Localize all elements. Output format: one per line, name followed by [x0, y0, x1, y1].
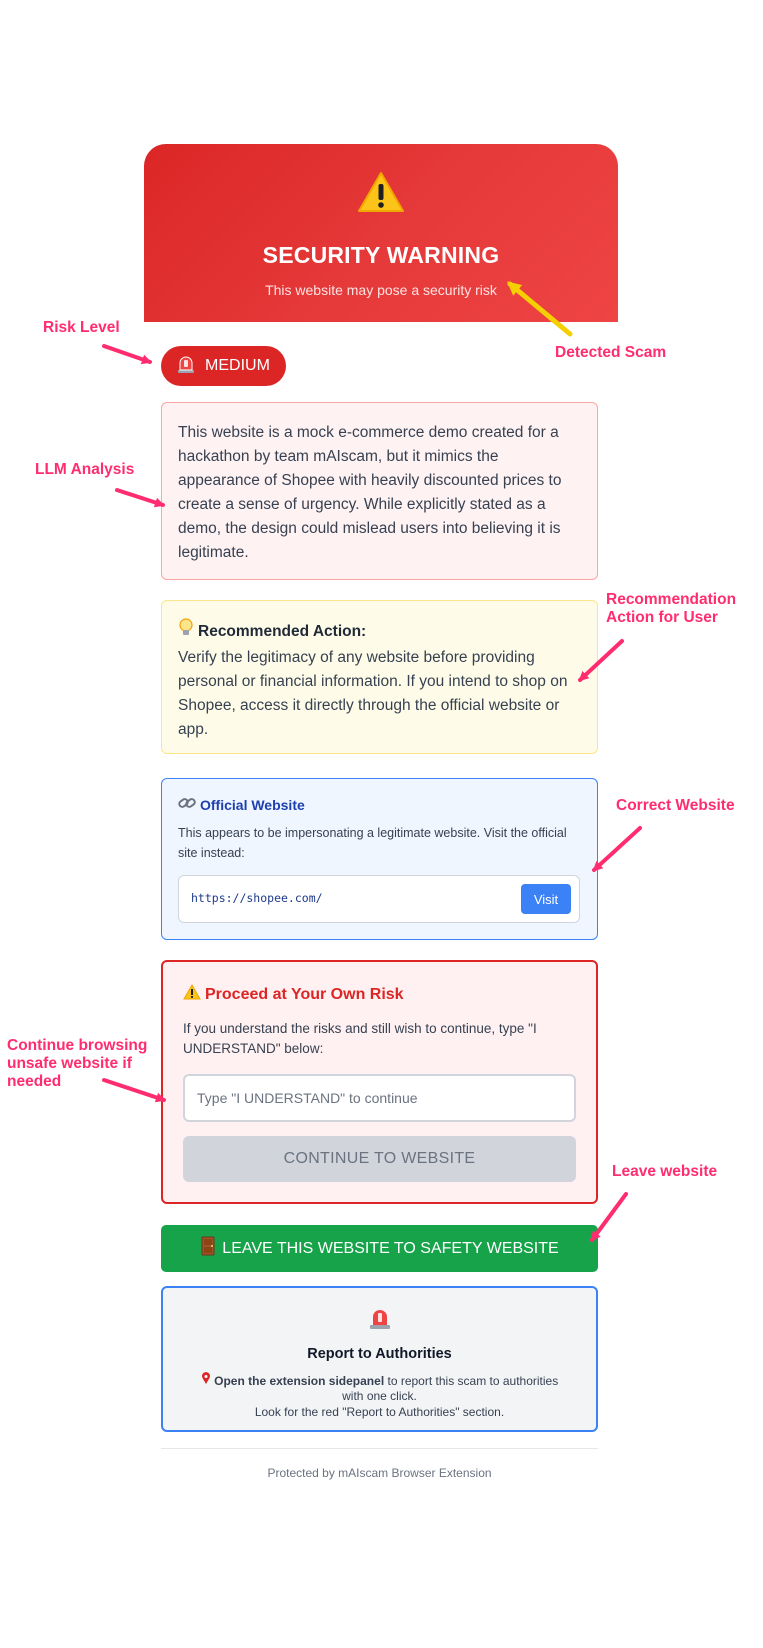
annotation-recommendation-line-2: Action for User — [606, 609, 718, 626]
annotation-continue-browsing: Continue browsing unsafe website if need… — [7, 1037, 147, 1091]
continue-to-website-button[interactable]: CONTINUE TO WEBSITE — [183, 1136, 576, 1182]
official-website-description: This appears to be impersonating a legit… — [178, 826, 567, 860]
warning-header: SECURITY WARNING This website may pose a… — [144, 144, 618, 322]
warning-subtitle: This website may pose a security risk — [265, 282, 497, 298]
link-icon — [178, 795, 196, 814]
pin-icon — [201, 1372, 214, 1388]
lightbulb-icon — [178, 618, 194, 646]
leave-website-button[interactable]: LEAVE THIS WEBSITE TO SAFETY WEBSITE — [161, 1225, 598, 1272]
report-line-1: Open the extension sidepanel to report t… — [183, 1372, 576, 1389]
visit-button[interactable]: Visit — [521, 884, 571, 914]
report-line-1-bold: Open the extension sidepanel — [214, 1374, 385, 1388]
official-url-field: https://shopee.com/ Visit — [178, 875, 580, 923]
official-url: https://shopee.com/ — [191, 891, 323, 905]
official-website-title: Official Website — [200, 796, 305, 813]
understand-confirmation-input[interactable] — [183, 1074, 576, 1122]
annotation-leave-website: Leave website — [612, 1163, 718, 1180]
footer-text: Protected by mAIscam Browser Extension — [267, 1466, 492, 1480]
report-line-2: with one click. — [342, 1389, 417, 1403]
annotation-correct-website: Correct Website — [616, 797, 735, 814]
llm-analysis-box: This website is a mock e-commerce demo c… — [161, 402, 598, 580]
annotation-risk-level: Risk Level — [43, 319, 120, 336]
warning-triangle-icon — [144, 170, 618, 219]
annotation-detected-scam: Detected Scam — [555, 344, 667, 361]
leave-website-label: LEAVE THIS WEBSITE TO SAFETY WEBSITE — [222, 1239, 559, 1257]
footer-divider — [161, 1448, 598, 1449]
annotation-llm-analysis: LLM Analysis — [35, 461, 135, 478]
arrow-correct-website — [592, 826, 642, 872]
report-line-1-rest: to report this scam to authorities — [384, 1374, 559, 1388]
risk-level-label: MEDIUM — [205, 357, 270, 374]
warning-triangle-icon — [183, 983, 201, 1005]
annotation-recommendation-line-1: Recommendation — [606, 591, 737, 608]
recommended-action-title: Recommended Action: — [198, 623, 367, 640]
siren-icon — [163, 1306, 596, 1335]
door-icon — [200, 1236, 216, 1261]
report-authorities-box: Report to Authorities Open the extension… — [161, 1286, 598, 1432]
annotation-recommendation: Recommendation Action for User — [606, 591, 736, 627]
recommended-action-box: Recommended Action: Verify the legitimac… — [161, 600, 598, 754]
official-website-box: Official Website This appears to be impe… — [161, 778, 598, 940]
proceed-description: If you understand the risks and still wi… — [183, 1021, 537, 1056]
risk-level-badge: MEDIUM — [161, 346, 286, 386]
annotation-continue-line-1: Continue browsing — [7, 1037, 148, 1054]
recommended-action-text: Verify the legitimacy of any website bef… — [178, 649, 568, 738]
proceed-title: Proceed at Your Own Risk — [205, 985, 404, 1003]
annotation-continue-line-3: needed — [7, 1073, 62, 1090]
proceed-risk-box: Proceed at Your Own Risk If you understa… — [161, 960, 598, 1204]
annotation-continue-line-2: unsafe website if — [7, 1055, 132, 1072]
arrow-llm-analysis — [115, 488, 165, 508]
analysis-text: This website is a mock e-commerce demo c… — [178, 424, 562, 561]
siren-icon — [177, 354, 195, 379]
report-line-3: Look for the red "Report to Authorities"… — [254, 1405, 505, 1419]
warning-title: SECURITY WARNING — [262, 242, 500, 268]
arrow-risk-level — [102, 344, 152, 365]
report-title: Report to Authorities — [307, 1346, 452, 1362]
